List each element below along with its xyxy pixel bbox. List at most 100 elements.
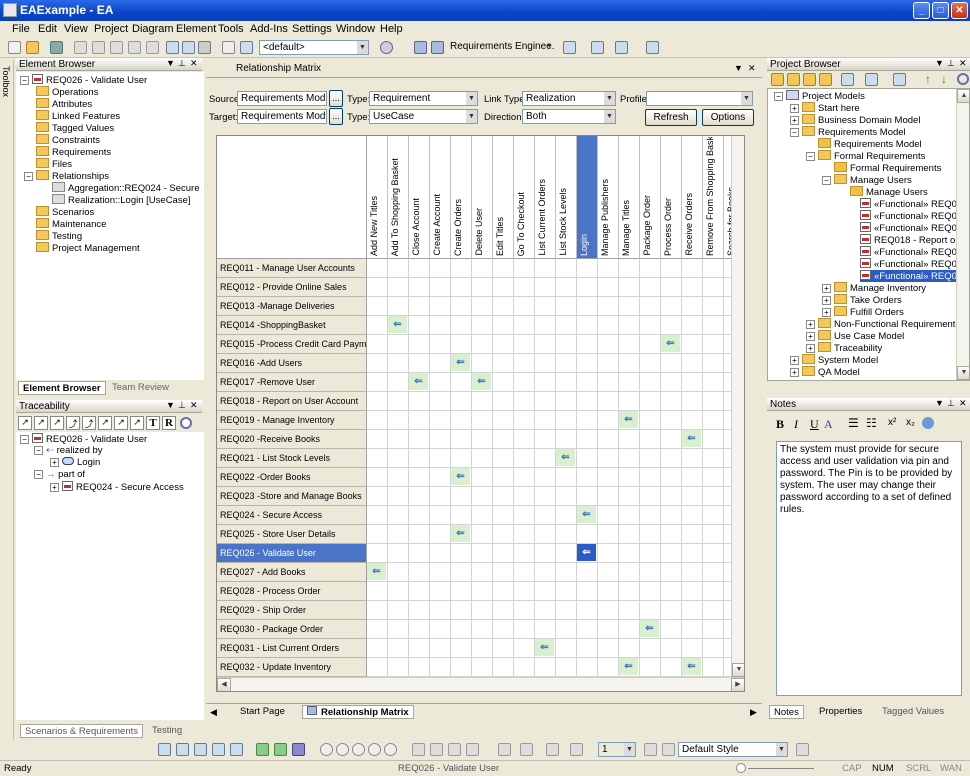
matrix-cell[interactable] xyxy=(703,316,724,335)
tree-node-attributes[interactable]: Attributes xyxy=(36,98,92,110)
pin-icon[interactable]: ⊥ xyxy=(947,58,955,69)
trace-node-login[interactable]: + Login xyxy=(50,457,100,469)
matrix-cell[interactable] xyxy=(556,525,577,544)
minimize-button[interactable]: _ xyxy=(913,2,930,19)
row-header[interactable]: REQ028 - Process Order xyxy=(217,582,367,601)
row-header[interactable]: REQ031 - List Current Orders xyxy=(217,639,367,658)
matrix-cell[interactable]: ⇐ xyxy=(661,335,682,354)
row-header[interactable]: REQ020 -Receive Books xyxy=(217,430,367,449)
matrix-cell[interactable] xyxy=(388,468,409,487)
matrix-cell[interactable] xyxy=(472,316,493,335)
matrix-cell[interactable] xyxy=(535,620,556,639)
pb-node[interactable]: + Manage Inventory xyxy=(822,282,926,294)
align-icon[interactable] xyxy=(158,743,171,756)
pb-node[interactable]: «Functional» REQ017 - xyxy=(860,222,969,234)
column-header[interactable]: Add To Shopping Basket xyxy=(388,136,409,259)
matrix-cell[interactable] xyxy=(577,430,598,449)
expand-icon[interactable]: + xyxy=(790,116,799,125)
matrix-cell[interactable] xyxy=(472,449,493,468)
menu-edit[interactable]: Edit xyxy=(38,23,57,35)
grid-icon[interactable] xyxy=(563,41,576,54)
matrix-cell[interactable] xyxy=(514,449,535,468)
align-icon[interactable] xyxy=(194,743,207,756)
matrix-cell[interactable] xyxy=(556,601,577,620)
matrix-cell[interactable] xyxy=(514,335,535,354)
bold-icon[interactable]: B xyxy=(776,417,784,432)
matrix-cell[interactable] xyxy=(619,354,640,373)
collapse-icon[interactable]: − xyxy=(24,172,33,181)
pb-node[interactable]: Requirements Model xyxy=(818,138,922,150)
matrix-cell[interactable] xyxy=(598,620,619,639)
menu-file[interactable]: File xyxy=(12,23,30,35)
matrix-cell[interactable] xyxy=(556,373,577,392)
pb-node[interactable]: + Take Orders xyxy=(822,294,902,306)
matrix-cell[interactable] xyxy=(703,620,724,639)
matrix-cell[interactable] xyxy=(640,392,661,411)
matrix-cell[interactable] xyxy=(367,525,388,544)
matrix-cell[interactable] xyxy=(556,335,577,354)
matrix-cell[interactable]: ⇐ xyxy=(367,563,388,582)
matrix-cell[interactable] xyxy=(409,468,430,487)
matrix-cell[interactable] xyxy=(661,620,682,639)
matrix-cell[interactable] xyxy=(535,411,556,430)
row-header[interactable]: REQ027 - Add Books xyxy=(217,563,367,582)
close-icon[interactable]: ✕ xyxy=(190,400,198,411)
matrix-cell[interactable] xyxy=(577,601,598,620)
format-icon[interactable] xyxy=(644,743,657,756)
matrix-cell[interactable] xyxy=(367,468,388,487)
matrix-cell[interactable] xyxy=(598,582,619,601)
matrix-cell[interactable] xyxy=(661,354,682,373)
tree-node-project-management[interactable]: Project Management xyxy=(36,242,140,254)
matrix-cell[interactable] xyxy=(409,449,430,468)
zoom-100-icon[interactable] xyxy=(368,743,381,756)
matrix-cell[interactable] xyxy=(409,563,430,582)
matrix-cell[interactable] xyxy=(514,468,535,487)
matrix-cell[interactable] xyxy=(682,487,703,506)
matrix-cell[interactable] xyxy=(514,259,535,278)
matrix-cell[interactable] xyxy=(430,278,451,297)
matrix-cell[interactable] xyxy=(619,373,640,392)
matrix-cell[interactable] xyxy=(661,544,682,563)
matrix-cell[interactable] xyxy=(577,316,598,335)
matrix-cell[interactable] xyxy=(682,259,703,278)
matrix-cell[interactable] xyxy=(535,316,556,335)
matrix-cell[interactable] xyxy=(388,563,409,582)
matrix-cell[interactable] xyxy=(703,411,724,430)
matrix-cell[interactable] xyxy=(367,601,388,620)
align-icon[interactable] xyxy=(212,743,225,756)
pb-node[interactable]: Formal Requirements xyxy=(834,162,941,174)
matrix-cell[interactable] xyxy=(367,278,388,297)
menu-project[interactable]: Project xyxy=(94,23,128,35)
matrix-cell[interactable] xyxy=(472,335,493,354)
matrix-cell[interactable] xyxy=(640,468,661,487)
calc-icon[interactable] xyxy=(222,41,235,54)
matrix-cell[interactable] xyxy=(367,658,388,677)
matrix-cell[interactable] xyxy=(493,563,514,582)
matrix-cell[interactable] xyxy=(493,658,514,677)
matrix-cell[interactable]: ⇐ xyxy=(409,373,430,392)
tab-relationship-matrix[interactable]: Relationship Matrix xyxy=(302,705,414,719)
matrix-cell[interactable]: ⇐ xyxy=(556,449,577,468)
pin-icon[interactable]: ⊥ xyxy=(178,58,186,69)
matrix-cell[interactable] xyxy=(661,278,682,297)
forward-icon[interactable] xyxy=(274,743,287,756)
matrix-cell[interactable] xyxy=(409,582,430,601)
matrix-cell[interactable] xyxy=(661,563,682,582)
subscript-icon[interactable]: x₂ xyxy=(906,417,915,428)
matrix-cell[interactable] xyxy=(682,278,703,297)
matrix-cell[interactable] xyxy=(556,297,577,316)
matrix-cell[interactable] xyxy=(703,297,724,316)
collapse-icon[interactable]: − xyxy=(822,176,831,185)
row-header[interactable]: REQ023 -Store and Manage Books xyxy=(217,487,367,506)
row-header[interactable]: REQ032 - Update Inventory xyxy=(217,658,367,677)
workspace-icon[interactable] xyxy=(431,41,444,54)
matrix-cell[interactable] xyxy=(703,601,724,620)
matrix-cell[interactable] xyxy=(493,449,514,468)
matrix-cell[interactable] xyxy=(682,297,703,316)
matrix-cell[interactable] xyxy=(493,582,514,601)
matrix-cell[interactable] xyxy=(472,601,493,620)
home-icon[interactable] xyxy=(292,743,305,756)
tree-node-linked-features[interactable]: Linked Features xyxy=(36,110,120,122)
matrix-cell[interactable] xyxy=(661,582,682,601)
matrix-cell[interactable] xyxy=(598,563,619,582)
